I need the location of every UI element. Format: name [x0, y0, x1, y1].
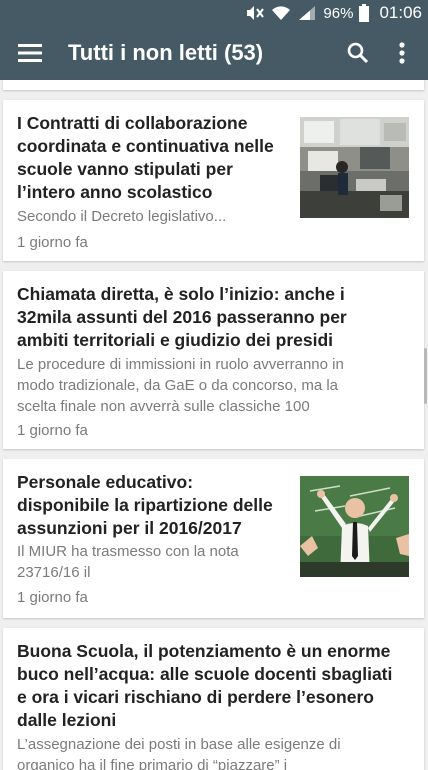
article-headline: Personale educativo: disponibile la ripa…	[17, 472, 273, 538]
article-headline: Chiamata diretta, è solo l’inizio: anche…	[17, 284, 347, 350]
page-title: Tutti i non letti (53)	[68, 40, 264, 65]
battery-percent: 96%	[323, 4, 354, 22]
list-item[interactable]	[3, 80, 424, 90]
search-icon	[347, 42, 369, 64]
list-item[interactable]: Buona Scuola, il potenziamento è un enor…	[3, 628, 424, 770]
article-headline: Buona Scuola, il potenziamento è un enor…	[17, 641, 393, 730]
article-summary: L’assegnazione dei posti in base alle es…	[17, 736, 341, 770]
article-thumbnail	[300, 476, 409, 577]
article-age: 1 giorno fa	[17, 234, 88, 251]
article-summary: Il MIUR ha trasmesso con la nota 23716/1…	[17, 543, 239, 581]
app-bar: Tutti i non letti (53)	[0, 26, 428, 80]
more-vert-icon	[399, 42, 405, 64]
clock: 01:06	[379, 3, 422, 22]
status-bar: 96% 01:06	[0, 0, 428, 26]
overflow-menu-button[interactable]	[380, 29, 424, 77]
article-summary: Secondo il Decreto legislativo...	[17, 208, 227, 225]
mute-icon	[245, 4, 265, 22]
list-item[interactable]: Chiamata diretta, è solo l’inizio: anche…	[3, 271, 424, 449]
article-summary: Le procedure di immissioni in ruolo avve…	[17, 356, 344, 415]
article-list[interactable]: I Contratti di collaborazione coordinata…	[0, 80, 428, 770]
battery-icon	[359, 4, 370, 22]
list-item[interactable]: Personale educativo: disponibile la ripa…	[3, 459, 424, 618]
search-button[interactable]	[336, 29, 380, 77]
list-item[interactable]: I Contratti di collaborazione coordinata…	[3, 100, 424, 261]
menu-button[interactable]	[6, 29, 54, 77]
scrollbar[interactable]	[424, 348, 427, 404]
signal-icon	[297, 4, 317, 22]
article-headline: I Contratti di collaborazione coordinata…	[17, 113, 274, 202]
wifi-icon	[271, 4, 291, 22]
article-age: 1 giorno fa	[17, 589, 88, 606]
article-thumbnail	[300, 117, 409, 218]
menu-icon	[18, 44, 42, 62]
article-age: 1 giorno fa	[17, 422, 88, 439]
